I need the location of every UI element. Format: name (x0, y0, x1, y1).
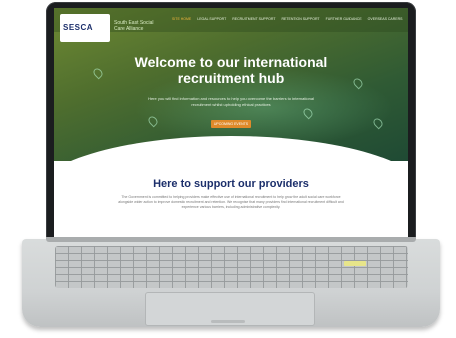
nav-item-retention[interactable]: Retention Support (282, 17, 320, 21)
keyboard (55, 246, 408, 288)
nav-item-home[interactable]: Site Home (172, 17, 191, 21)
laptop-screen: SESCA South East Social Care Alliance Si… (54, 8, 408, 239)
map-pin-icon (91, 66, 105, 80)
upcoming-events-button[interactable]: Upcoming Events (211, 120, 251, 128)
nav-item-overseas[interactable]: Overseas Carers (368, 17, 403, 21)
laptop-hinge (46, 237, 416, 242)
hero-title: Welcome to our international recruitment… (134, 54, 328, 86)
highlighted-key (344, 261, 366, 266)
logo-subtitle: South East Social Care Alliance (114, 20, 154, 32)
nav-item-legal[interactable]: Legal Support (197, 17, 226, 21)
hero-description: Here you will find information and resou… (148, 96, 314, 107)
section-text: The Government is committed to helping p… (118, 195, 344, 209)
nav-item-recruitment[interactable]: Recruitment Support (232, 17, 275, 21)
logo-text: SESCA (63, 23, 94, 32)
section-title: Here to support our providers (153, 178, 309, 190)
main-nav: Site Home Legal Support Recruitment Supp… (172, 17, 403, 21)
nav-item-guidance[interactable]: Further Guidance (326, 17, 362, 21)
lid-notch (211, 320, 245, 323)
